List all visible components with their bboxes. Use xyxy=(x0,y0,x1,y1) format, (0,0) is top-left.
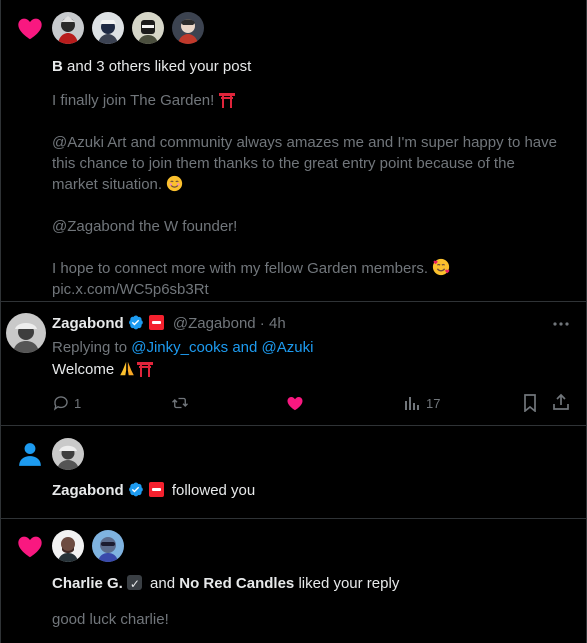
post-line: I hope to connect more with my fellow Ga… xyxy=(52,260,433,277)
post-line: @Azuki Art and community always amazes m… xyxy=(52,134,557,151)
replying-to-label: Replying to xyxy=(52,339,132,356)
divider xyxy=(0,518,587,519)
like-icon[interactable] xyxy=(286,394,304,412)
avatar[interactable] xyxy=(132,12,164,44)
views-icon[interactable] xyxy=(404,395,420,411)
affiliate-badge-icon xyxy=(148,315,164,330)
shield-badge-icon xyxy=(126,574,142,594)
separator-dot: · xyxy=(255,315,269,332)
avatar[interactable] xyxy=(52,530,84,562)
torii-gate-icon xyxy=(219,93,236,108)
timestamp[interactable]: 4h xyxy=(269,315,286,332)
post-line: market situation. xyxy=(52,176,167,193)
heart-icon xyxy=(18,18,42,40)
folded-hands-icon xyxy=(120,361,135,376)
avatar[interactable] xyxy=(92,12,124,44)
heart-icon xyxy=(18,536,42,558)
retweet-icon[interactable] xyxy=(170,394,190,412)
notification-summary: liked your reply xyxy=(298,575,400,592)
verified-badge-icon xyxy=(128,315,143,330)
reply-text: Welcome xyxy=(52,361,119,378)
author-name[interactable]: Zagabond xyxy=(52,315,124,332)
bookmark-icon[interactable] xyxy=(522,394,538,412)
verified-badge-icon xyxy=(128,482,143,497)
share-icon[interactable] xyxy=(552,393,570,411)
torii-gate-icon xyxy=(137,362,154,377)
actor-name[interactable]: Charlie G. xyxy=(52,575,123,592)
post-line: this chance to join them thanks to the g… xyxy=(52,155,515,172)
affiliate-badge-icon xyxy=(148,482,164,497)
avatar[interactable] xyxy=(52,12,84,44)
post-link[interactable]: pic.x.com/WC5p6sb3Rt xyxy=(52,279,572,300)
left-border xyxy=(0,0,1,643)
post-line: I finally join The Garden! xyxy=(52,92,219,109)
actor-name[interactable]: Zagabond xyxy=(52,482,124,499)
views-count: 17 xyxy=(426,396,441,411)
avatar[interactable] xyxy=(52,438,84,470)
avatar[interactable] xyxy=(172,12,204,44)
conjunction: and xyxy=(150,575,176,592)
avatar[interactable] xyxy=(92,530,124,562)
reply-icon[interactable] xyxy=(52,394,70,412)
post-snippet[interactable]: I finally join The Garden! @Azuki Art an… xyxy=(52,90,572,300)
notification-summary: followed you xyxy=(171,482,256,499)
reply-snippet[interactable]: good luck charlie! xyxy=(52,610,169,630)
replying-to-link[interactable]: @Jinky_cooks and @Azuki xyxy=(131,339,313,356)
hearts-face-icon xyxy=(433,258,450,276)
author-handle[interactable]: @Zagabond xyxy=(173,315,256,332)
divider xyxy=(0,425,587,426)
more-icon[interactable] xyxy=(551,316,571,332)
actor-name[interactable]: No Red Candles xyxy=(179,575,294,592)
notification-summary: and 3 others liked your post xyxy=(62,58,252,75)
avatar[interactable] xyxy=(6,313,46,353)
smiling-face-icon xyxy=(167,175,183,192)
actor-name[interactable]: B xyxy=(52,58,63,75)
divider xyxy=(0,301,587,302)
person-icon xyxy=(19,443,41,466)
post-line: @Zagabond the W founder! xyxy=(52,218,238,235)
reply-count: 1 xyxy=(74,396,82,411)
